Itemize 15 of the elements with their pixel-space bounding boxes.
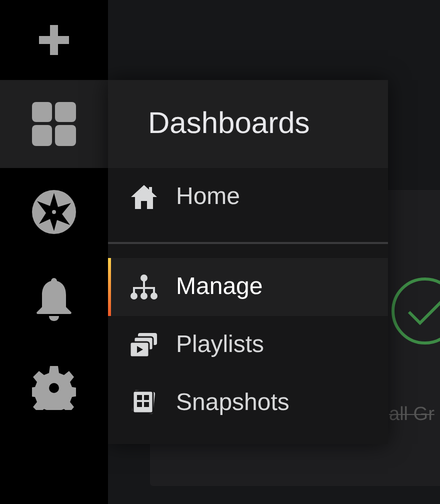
menu-item[interactable]: Manage bbox=[108, 258, 388, 316]
photo-stack-icon bbox=[130, 389, 158, 417]
menu-title: Dashboards bbox=[108, 80, 388, 168]
compass-icon bbox=[32, 190, 76, 234]
home-icon bbox=[130, 184, 158, 210]
menu-item[interactable]: Playlists bbox=[108, 316, 388, 374]
plus-icon bbox=[37, 23, 71, 57]
gear-icon bbox=[32, 366, 76, 410]
bell-icon bbox=[36, 278, 72, 322]
hierarchy-icon bbox=[130, 274, 158, 300]
menu-item[interactable]: Snapshots bbox=[108, 374, 388, 432]
menu-item[interactable]: Home bbox=[108, 168, 388, 226]
playlist-icon bbox=[130, 332, 158, 358]
sidebar-item[interactable] bbox=[0, 80, 108, 168]
grid-icon bbox=[32, 102, 76, 146]
